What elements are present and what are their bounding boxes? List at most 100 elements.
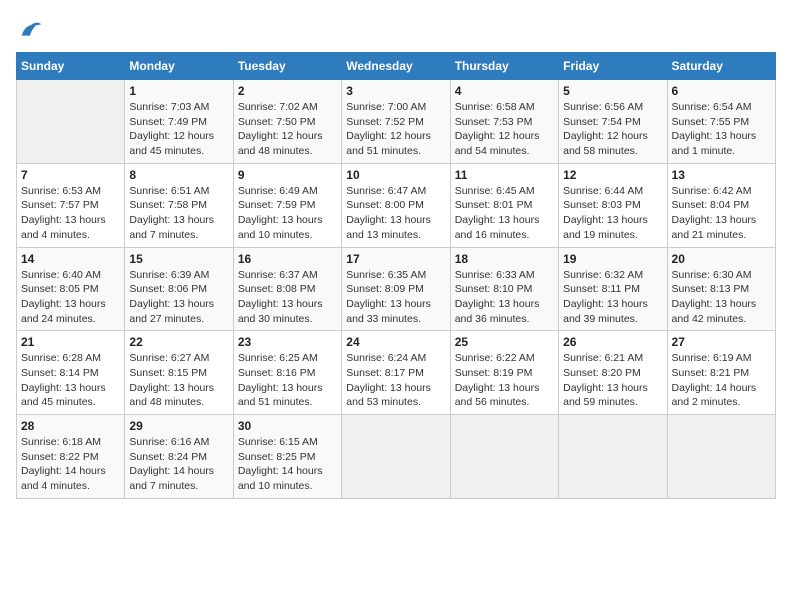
calendar-cell: 7 Sunrise: 6:53 AM Sunset: 7:57 PM Daylig… <box>17 163 125 247</box>
day-info: Sunrise: 6:27 AM Sunset: 8:15 PM Dayligh… <box>129 351 228 410</box>
day-number: 23 <box>238 335 337 349</box>
calendar-cell: 16 Sunrise: 6:37 AM Sunset: 8:08 PM Dayli… <box>233 247 341 331</box>
weekday-header: Saturday <box>667 53 775 80</box>
day-number: 12 <box>563 168 662 182</box>
day-number: 1 <box>129 84 228 98</box>
weekday-header: Monday <box>125 53 233 80</box>
calendar-cell: 18 Sunrise: 6:33 AM Sunset: 8:10 PM Dayli… <box>450 247 558 331</box>
logo <box>16 16 48 44</box>
calendar-cell: 4 Sunrise: 6:58 AM Sunset: 7:53 PM Daylig… <box>450 80 558 164</box>
day-number: 8 <box>129 168 228 182</box>
day-number: 2 <box>238 84 337 98</box>
day-info: Sunrise: 6:49 AM Sunset: 7:59 PM Dayligh… <box>238 184 337 243</box>
day-info: Sunrise: 6:40 AM Sunset: 8:05 PM Dayligh… <box>21 268 120 327</box>
day-number: 27 <box>672 335 771 349</box>
day-number: 11 <box>455 168 554 182</box>
calendar-cell <box>342 415 450 499</box>
day-info: Sunrise: 6:30 AM Sunset: 8:13 PM Dayligh… <box>672 268 771 327</box>
day-info: Sunrise: 6:25 AM Sunset: 8:16 PM Dayligh… <box>238 351 337 410</box>
calendar-cell: 11 Sunrise: 6:45 AM Sunset: 8:01 PM Dayli… <box>450 163 558 247</box>
day-info: Sunrise: 6:45 AM Sunset: 8:01 PM Dayligh… <box>455 184 554 243</box>
logo-icon <box>16 16 44 44</box>
calendar-week-row: 14 Sunrise: 6:40 AM Sunset: 8:05 PM Dayli… <box>17 247 776 331</box>
calendar-cell: 15 Sunrise: 6:39 AM Sunset: 8:06 PM Dayli… <box>125 247 233 331</box>
day-number: 15 <box>129 252 228 266</box>
day-number: 6 <box>672 84 771 98</box>
calendar-body: 1 Sunrise: 7:03 AM Sunset: 7:49 PM Daylig… <box>17 80 776 499</box>
day-number: 25 <box>455 335 554 349</box>
day-info: Sunrise: 7:03 AM Sunset: 7:49 PM Dayligh… <box>129 100 228 159</box>
calendar-cell: 8 Sunrise: 6:51 AM Sunset: 7:58 PM Daylig… <box>125 163 233 247</box>
day-info: Sunrise: 6:44 AM Sunset: 8:03 PM Dayligh… <box>563 184 662 243</box>
day-info: Sunrise: 6:32 AM Sunset: 8:11 PM Dayligh… <box>563 268 662 327</box>
day-info: Sunrise: 6:19 AM Sunset: 8:21 PM Dayligh… <box>672 351 771 410</box>
day-info: Sunrise: 6:47 AM Sunset: 8:00 PM Dayligh… <box>346 184 445 243</box>
calendar-week-row: 1 Sunrise: 7:03 AM Sunset: 7:49 PM Daylig… <box>17 80 776 164</box>
day-number: 7 <box>21 168 120 182</box>
day-info: Sunrise: 6:37 AM Sunset: 8:08 PM Dayligh… <box>238 268 337 327</box>
calendar-week-row: 7 Sunrise: 6:53 AM Sunset: 7:57 PM Daylig… <box>17 163 776 247</box>
day-number: 24 <box>346 335 445 349</box>
day-info: Sunrise: 6:15 AM Sunset: 8:25 PM Dayligh… <box>238 435 337 494</box>
calendar-cell: 6 Sunrise: 6:54 AM Sunset: 7:55 PM Daylig… <box>667 80 775 164</box>
day-info: Sunrise: 6:51 AM Sunset: 7:58 PM Dayligh… <box>129 184 228 243</box>
weekday-header: Friday <box>559 53 667 80</box>
calendar-cell <box>17 80 125 164</box>
calendar-cell: 30 Sunrise: 6:15 AM Sunset: 8:25 PM Dayli… <box>233 415 341 499</box>
calendar-cell <box>667 415 775 499</box>
weekday-header: Sunday <box>17 53 125 80</box>
day-number: 26 <box>563 335 662 349</box>
day-info: Sunrise: 6:21 AM Sunset: 8:20 PM Dayligh… <box>563 351 662 410</box>
weekday-header: Wednesday <box>342 53 450 80</box>
weekday-header: Thursday <box>450 53 558 80</box>
day-info: Sunrise: 6:58 AM Sunset: 7:53 PM Dayligh… <box>455 100 554 159</box>
day-number: 18 <box>455 252 554 266</box>
day-info: Sunrise: 6:33 AM Sunset: 8:10 PM Dayligh… <box>455 268 554 327</box>
calendar-cell: 1 Sunrise: 7:03 AM Sunset: 7:49 PM Daylig… <box>125 80 233 164</box>
calendar-cell: 27 Sunrise: 6:19 AM Sunset: 8:21 PM Dayli… <box>667 331 775 415</box>
day-info: Sunrise: 6:56 AM Sunset: 7:54 PM Dayligh… <box>563 100 662 159</box>
weekday-header: Tuesday <box>233 53 341 80</box>
page-header <box>16 16 776 44</box>
calendar-cell <box>559 415 667 499</box>
day-number: 30 <box>238 419 337 433</box>
calendar-cell: 5 Sunrise: 6:56 AM Sunset: 7:54 PM Daylig… <box>559 80 667 164</box>
calendar-cell: 2 Sunrise: 7:02 AM Sunset: 7:50 PM Daylig… <box>233 80 341 164</box>
calendar-cell <box>450 415 558 499</box>
calendar-cell: 3Sunrise: 7:00 AM Sunset: 7:52 PM Daylig… <box>342 80 450 164</box>
day-info: Sunrise: 6:39 AM Sunset: 8:06 PM Dayligh… <box>129 268 228 327</box>
day-number: 10 <box>346 168 445 182</box>
calendar-cell: 12 Sunrise: 6:44 AM Sunset: 8:03 PM Dayli… <box>559 163 667 247</box>
calendar-cell: 13Sunrise: 6:42 AM Sunset: 8:04 PM Dayli… <box>667 163 775 247</box>
calendar-cell: 24 Sunrise: 6:24 AM Sunset: 8:17 PM Dayli… <box>342 331 450 415</box>
calendar-week-row: 28 Sunrise: 6:18 AM Sunset: 8:22 PM Dayli… <box>17 415 776 499</box>
day-info: Sunrise: 6:24 AM Sunset: 8:17 PM Dayligh… <box>346 351 445 410</box>
calendar-week-row: 21Sunrise: 6:28 AM Sunset: 8:14 PM Dayli… <box>17 331 776 415</box>
calendar-cell: 19Sunrise: 6:32 AM Sunset: 8:11 PM Dayli… <box>559 247 667 331</box>
calendar-cell: 10 Sunrise: 6:47 AM Sunset: 8:00 PM Dayli… <box>342 163 450 247</box>
day-info: Sunrise: 6:18 AM Sunset: 8:22 PM Dayligh… <box>21 435 120 494</box>
day-number: 9 <box>238 168 337 182</box>
calendar-cell: 29Sunrise: 6:16 AM Sunset: 8:24 PM Dayli… <box>125 415 233 499</box>
calendar-cell: 25Sunrise: 6:22 AM Sunset: 8:19 PM Dayli… <box>450 331 558 415</box>
day-number: 5 <box>563 84 662 98</box>
calendar-cell: 17Sunrise: 6:35 AM Sunset: 8:09 PM Dayli… <box>342 247 450 331</box>
calendar-cell: 22Sunrise: 6:27 AM Sunset: 8:15 PM Dayli… <box>125 331 233 415</box>
day-info: Sunrise: 7:00 AM Sunset: 7:52 PM Dayligh… <box>346 100 445 159</box>
day-info: Sunrise: 6:54 AM Sunset: 7:55 PM Dayligh… <box>672 100 771 159</box>
calendar-table: SundayMondayTuesdayWednesdayThursdayFrid… <box>16 52 776 499</box>
day-number: 16 <box>238 252 337 266</box>
day-number: 21 <box>21 335 120 349</box>
day-number: 28 <box>21 419 120 433</box>
day-number: 4 <box>455 84 554 98</box>
day-number: 29 <box>129 419 228 433</box>
calendar-cell: 20Sunrise: 6:30 AM Sunset: 8:13 PM Dayli… <box>667 247 775 331</box>
calendar-cell: 28 Sunrise: 6:18 AM Sunset: 8:22 PM Dayli… <box>17 415 125 499</box>
day-info: Sunrise: 6:35 AM Sunset: 8:09 PM Dayligh… <box>346 268 445 327</box>
day-number: 14 <box>21 252 120 266</box>
day-info: Sunrise: 7:02 AM Sunset: 7:50 PM Dayligh… <box>238 100 337 159</box>
calendar-cell: 23 Sunrise: 6:25 AM Sunset: 8:16 PM Dayli… <box>233 331 341 415</box>
day-number: 13 <box>672 168 771 182</box>
day-info: Sunrise: 6:53 AM Sunset: 7:57 PM Dayligh… <box>21 184 120 243</box>
calendar-header-row: SundayMondayTuesdayWednesdayThursdayFrid… <box>17 53 776 80</box>
